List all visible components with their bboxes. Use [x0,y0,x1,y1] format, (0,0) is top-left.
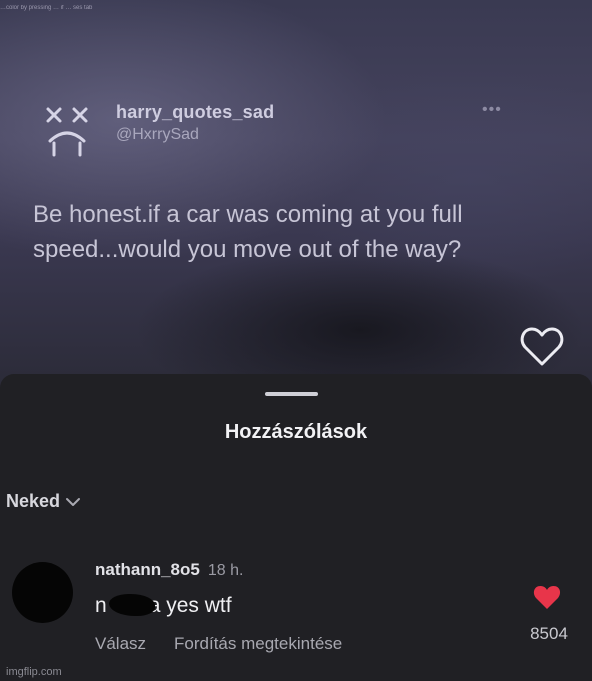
comment-username[interactable]: nathann_8o5 [95,560,200,580]
filter-label: Neked [6,491,61,511]
sheet-title: Hozzászólások [224,421,368,443]
comment-meta: nathann_8o5 18 h. [95,560,243,580]
tweet-user: harry_quotes_sad @HxrrySad [116,102,274,144]
tweet-avatar-icon [46,107,88,157]
comment-actions: Válasz Fordítás megtekintése [95,634,342,654]
commenter-avatar[interactable] [12,562,73,623]
comment-timestamp: 18 h. [207,562,244,579]
heart-outline-icon[interactable] [519,326,565,368]
comments-sheet: Hozzászólások Neked nathann_8o5 18 h. na… [0,374,592,681]
tweet-display-name: harry_quotes_sad [116,102,275,122]
tweet-handle: @HxrrySad [116,126,199,143]
comment-item: nathann_8o5 18 h. n a yes wtf Válasz Ford… [0,554,592,664]
tweet-more-icon: ••• [482,101,502,118]
translate-button[interactable]: Fordítás megtekintése [174,634,342,654]
background-post: …color by pressing … if … ses tab harry_… [0,0,592,400]
reply-button[interactable]: Válasz [95,634,146,654]
heart-filled-icon[interactable] [532,584,562,611]
chevron-down-icon [66,497,81,506]
comment-like-count: 8504 [530,624,568,643]
comment-filter-dropdown[interactable]: Neked [6,491,81,512]
comment-text-end: a yes wtf [148,594,232,617]
watermark: imgflip.com [6,666,62,678]
corner-note: …color by pressing … if … ses tab [0,5,93,11]
comment-text-start: n [95,594,107,617]
tweet-text: Be honest.if a car was coming at you ful… [33,201,463,263]
sheet-drag-handle[interactable] [265,392,318,396]
